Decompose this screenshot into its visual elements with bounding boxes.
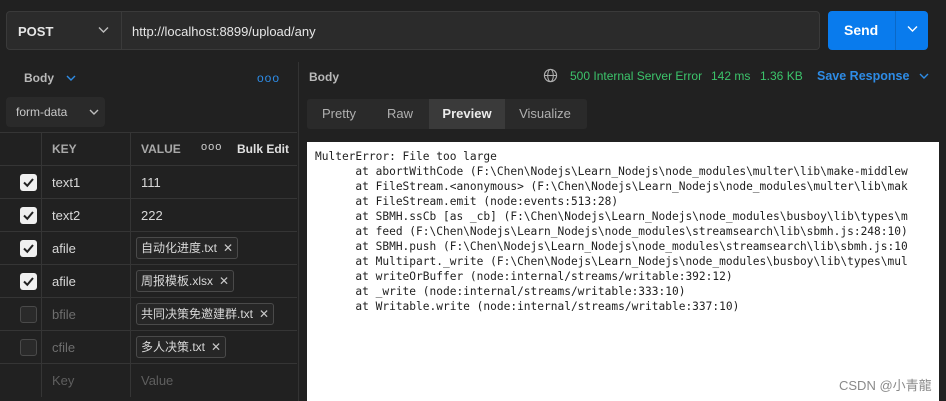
status-badge: 500 Internal Server Error bbox=[570, 69, 703, 83]
key-cell[interactable]: afile bbox=[52, 274, 76, 289]
file-chip[interactable]: 共同决策免邀建群.txt ✕ bbox=[136, 303, 275, 325]
value-header: VALUE bbox=[141, 142, 181, 156]
chevron-down-icon bbox=[89, 109, 99, 115]
bulk-edit-button[interactable]: Bulk Edit bbox=[237, 142, 289, 156]
send-divider bbox=[895, 11, 896, 50]
close-icon[interactable]: ✕ bbox=[259, 307, 269, 321]
value-cell[interactable]: 111 bbox=[141, 175, 161, 190]
send-button[interactable]: Send bbox=[828, 11, 928, 50]
save-response-button[interactable]: Save Response bbox=[817, 68, 929, 83]
response-preview[interactable]: MulterError: File too large at abortWith… bbox=[307, 142, 939, 401]
table-row: afile 周报模板.xlsx ✕ bbox=[0, 264, 297, 298]
tab-preview[interactable]: Preview bbox=[429, 99, 505, 129]
file-name: 周报模板.xlsx bbox=[141, 274, 214, 288]
key-cell[interactable]: afile bbox=[52, 241, 76, 256]
body-tab-label: Body bbox=[24, 71, 54, 85]
request-bar: POST http://localhost:8899/upload/any Se… bbox=[0, 0, 946, 62]
table-row: bfile 共同决策免邀建群.txt ✕ bbox=[0, 297, 297, 331]
key-cell[interactable]: text1 bbox=[52, 175, 80, 190]
check-icon bbox=[23, 244, 34, 254]
row-checkbox[interactable] bbox=[20, 174, 37, 191]
key-cell[interactable]: text2 bbox=[52, 208, 80, 223]
chevron-down-icon bbox=[98, 27, 109, 33]
key-placeholder[interactable]: Key bbox=[52, 373, 74, 388]
more-options-icon[interactable]: ooo bbox=[257, 71, 280, 85]
row-checkbox[interactable] bbox=[20, 273, 37, 290]
table-row-new: Key Value bbox=[0, 363, 297, 397]
watermark: CSDN @小青龍 bbox=[839, 378, 932, 393]
table-row: text2 222 bbox=[0, 198, 297, 232]
close-icon[interactable]: ✕ bbox=[223, 241, 233, 255]
url-input[interactable]: http://localhost:8899/upload/any bbox=[122, 11, 820, 50]
chevron-down-icon bbox=[919, 73, 929, 79]
send-label: Send bbox=[844, 22, 879, 38]
file-name: 共同决策免邀建群.txt bbox=[141, 307, 254, 321]
method-label: POST bbox=[18, 24, 54, 39]
table-header: KEY VALUE ooo Bulk Edit bbox=[0, 132, 297, 166]
chevron-down-icon[interactable] bbox=[907, 25, 918, 33]
body-type-select[interactable]: form-data bbox=[6, 97, 105, 127]
key-cell[interactable]: cfile bbox=[52, 340, 75, 355]
more-options-icon[interactable]: ooo bbox=[201, 141, 222, 153]
file-name: 自动化进度.txt bbox=[141, 241, 218, 255]
globe-icon[interactable] bbox=[543, 68, 558, 83]
tab-raw[interactable]: Raw bbox=[371, 99, 429, 129]
file-chip[interactable]: 多人决策.txt ✕ bbox=[136, 336, 227, 358]
table-row: afile 自动化进度.txt ✕ bbox=[0, 231, 297, 265]
table-row: text1 111 bbox=[0, 165, 297, 199]
response-pane: Body 500 Internal Server Error 142 ms 1.… bbox=[298, 62, 946, 401]
file-name: 多人决策.txt bbox=[141, 340, 206, 354]
row-checkbox[interactable] bbox=[20, 207, 37, 224]
request-body-pane: Body ooo form-data KEY VALUE ooo Bulk Ed… bbox=[0, 62, 297, 401]
value-cell[interactable]: 222 bbox=[141, 208, 163, 223]
tab-visualize[interactable]: Visualize bbox=[505, 99, 585, 129]
save-response-label: Save Response bbox=[817, 69, 910, 83]
table-row: cfile 多人决策.txt ✕ bbox=[0, 330, 297, 364]
row-checkbox[interactable] bbox=[20, 240, 37, 257]
error-stack-text: MulterError: File too large at abortWith… bbox=[315, 150, 908, 313]
body-type-label: form-data bbox=[16, 105, 68, 119]
response-view-tabs: Pretty Raw Preview Visualize bbox=[307, 99, 587, 129]
body-tab[interactable]: Body bbox=[24, 70, 76, 85]
check-icon bbox=[23, 277, 34, 287]
check-icon bbox=[23, 178, 34, 188]
value-placeholder[interactable]: Value bbox=[141, 373, 173, 388]
file-chip[interactable]: 自动化进度.txt ✕ bbox=[136, 237, 239, 259]
chevron-down-icon bbox=[66, 75, 76, 81]
key-header: KEY bbox=[52, 142, 77, 156]
close-icon[interactable]: ✕ bbox=[219, 274, 229, 288]
row-checkbox[interactable] bbox=[20, 339, 37, 356]
response-time: 142 ms bbox=[711, 69, 751, 83]
check-icon bbox=[23, 211, 34, 221]
tab-pretty[interactable]: Pretty bbox=[307, 99, 371, 129]
close-icon[interactable]: ✕ bbox=[211, 340, 221, 354]
file-chip[interactable]: 周报模板.xlsx ✕ bbox=[136, 270, 235, 292]
response-size: 1.36 KB bbox=[760, 69, 803, 83]
row-checkbox[interactable] bbox=[20, 306, 37, 323]
url-text: http://localhost:8899/upload/any bbox=[132, 24, 316, 39]
response-body-label[interactable]: Body bbox=[309, 70, 339, 84]
key-cell[interactable]: bfile bbox=[52, 307, 76, 322]
method-select[interactable]: POST bbox=[6, 11, 122, 50]
